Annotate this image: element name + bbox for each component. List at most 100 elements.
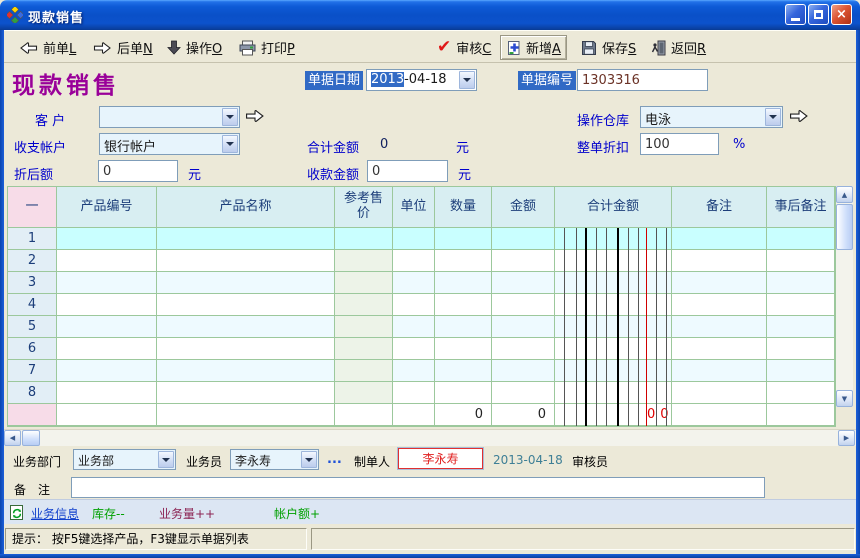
- customer-lookup-hand-icon[interactable]: [245, 108, 265, 124]
- table-cell[interactable]: [672, 316, 767, 337]
- row-number[interactable]: 2: [8, 250, 57, 271]
- column-header[interactable]: 产品编号: [57, 187, 157, 227]
- table-cell[interactable]: [555, 338, 672, 359]
- table-cell[interactable]: [767, 338, 835, 359]
- table-cell[interactable]: [57, 228, 157, 249]
- department-combo[interactable]: 业务部: [73, 449, 176, 470]
- table-cell[interactable]: [435, 316, 492, 337]
- department-dropdown-button[interactable]: [158, 451, 174, 468]
- row-number[interactable]: 6: [8, 338, 57, 359]
- table-cell[interactable]: [157, 338, 335, 359]
- table-cell[interactable]: [57, 272, 157, 293]
- column-header[interactable]: 事后备注: [767, 187, 835, 227]
- table-cell[interactable]: [492, 316, 555, 337]
- table-cell[interactable]: [672, 382, 767, 403]
- warehouse-lookup-hand-icon[interactable]: [789, 108, 809, 124]
- print-button[interactable]: 打印P: [234, 35, 300, 60]
- table-cell[interactable]: [393, 338, 435, 359]
- account-dropdown-button[interactable]: [222, 135, 238, 153]
- table-cell[interactable]: [492, 250, 555, 271]
- table-cell[interactable]: [157, 382, 335, 403]
- scroll-right-button[interactable]: ▶: [838, 430, 855, 446]
- table-cell[interactable]: [157, 360, 335, 381]
- table-cell[interactable]: [767, 250, 835, 271]
- account-combo[interactable]: 银行帐户: [99, 133, 240, 155]
- prev-doc-button[interactable]: 前单L: [14, 35, 81, 60]
- table-cell[interactable]: [555, 382, 672, 403]
- column-header[interactable]: 产品名称: [157, 187, 335, 227]
- table-cell[interactable]: [492, 272, 555, 293]
- table-cell[interactable]: [157, 272, 335, 293]
- business-info-link[interactable]: 业务信息: [31, 505, 79, 522]
- table-cell[interactable]: [555, 272, 672, 293]
- vertical-scroll-thumb[interactable]: [836, 204, 853, 250]
- close-button[interactable]: ×: [831, 4, 852, 25]
- save-button[interactable]: 保存S: [576, 35, 641, 60]
- table-cell[interactable]: [157, 250, 335, 271]
- table-cell[interactable]: [767, 228, 835, 249]
- table-cell[interactable]: [57, 382, 157, 403]
- salesperson-combo[interactable]: 李永寿: [230, 449, 319, 470]
- table-cell[interactable]: [335, 228, 393, 249]
- table-cell[interactable]: [767, 272, 835, 293]
- corner-header[interactable]: 一: [8, 187, 57, 227]
- table-cell[interactable]: [555, 250, 672, 271]
- return-button[interactable]: 返回R: [646, 35, 711, 60]
- scroll-up-button[interactable]: ▲: [836, 186, 853, 203]
- table-cell[interactable]: [492, 228, 555, 249]
- row-number[interactable]: 5: [8, 316, 57, 337]
- table-cell[interactable]: [555, 316, 672, 337]
- row-number[interactable]: 3: [8, 272, 57, 293]
- audit-button[interactable]: ✔ 审核C: [432, 35, 496, 60]
- discounted-amount-input[interactable]: [98, 160, 178, 182]
- table-cell[interactable]: [393, 272, 435, 293]
- receipt-amount-input[interactable]: [367, 160, 448, 182]
- salesperson-dropdown-button[interactable]: [301, 451, 317, 468]
- row-number[interactable]: 7: [8, 360, 57, 381]
- table-cell[interactable]: [57, 250, 157, 271]
- doc-date-combo[interactable]: 2013-04-18: [366, 69, 477, 91]
- column-header[interactable]: 合计金额: [555, 187, 672, 227]
- table-cell[interactable]: [555, 228, 672, 249]
- table-cell[interactable]: [335, 382, 393, 403]
- table-cell[interactable]: [57, 294, 157, 315]
- remark-input[interactable]: [71, 477, 765, 498]
- next-doc-button[interactable]: 后单N: [88, 35, 158, 60]
- column-header[interactable]: 备注: [672, 187, 767, 227]
- table-cell[interactable]: [767, 382, 835, 403]
- table-cell[interactable]: [435, 228, 492, 249]
- doc-number-input[interactable]: [577, 69, 708, 91]
- customer-dropdown-button[interactable]: [222, 108, 238, 126]
- discount-input[interactable]: [640, 133, 719, 155]
- table-cell[interactable]: [492, 382, 555, 403]
- table-cell[interactable]: [435, 272, 492, 293]
- table-cell[interactable]: [393, 294, 435, 315]
- table-cell[interactable]: [672, 360, 767, 381]
- table-cell[interactable]: [335, 338, 393, 359]
- column-header[interactable]: 参考售价: [335, 187, 393, 227]
- table-cell[interactable]: [435, 250, 492, 271]
- table-cell[interactable]: [57, 360, 157, 381]
- operate-button[interactable]: 操作O: [162, 35, 227, 60]
- horizontal-scroll-thumb[interactable]: [22, 430, 40, 446]
- table-cell[interactable]: [672, 272, 767, 293]
- table-cell[interactable]: [335, 316, 393, 337]
- table-cell[interactable]: [335, 360, 393, 381]
- table-cell[interactable]: [157, 316, 335, 337]
- row-number[interactable]: 1: [8, 228, 57, 249]
- grid-vertical-scrollbar[interactable]: ▲ ▼: [836, 186, 853, 407]
- table-cell[interactable]: [157, 228, 335, 249]
- table-cell[interactable]: [672, 250, 767, 271]
- column-header[interactable]: 单位: [393, 187, 435, 227]
- table-cell[interactable]: [672, 338, 767, 359]
- doc-date-dropdown-button[interactable]: [459, 71, 475, 89]
- table-cell[interactable]: [393, 360, 435, 381]
- table-cell[interactable]: [157, 294, 335, 315]
- table-cell[interactable]: [672, 228, 767, 249]
- warehouse-combo[interactable]: 电泳: [640, 106, 783, 128]
- table-cell[interactable]: [555, 294, 672, 315]
- table-cell[interactable]: [492, 360, 555, 381]
- table-cell[interactable]: [335, 272, 393, 293]
- grid-horizontal-scrollbar[interactable]: ◀ ▶: [4, 429, 856, 446]
- minimize-button[interactable]: [785, 4, 806, 25]
